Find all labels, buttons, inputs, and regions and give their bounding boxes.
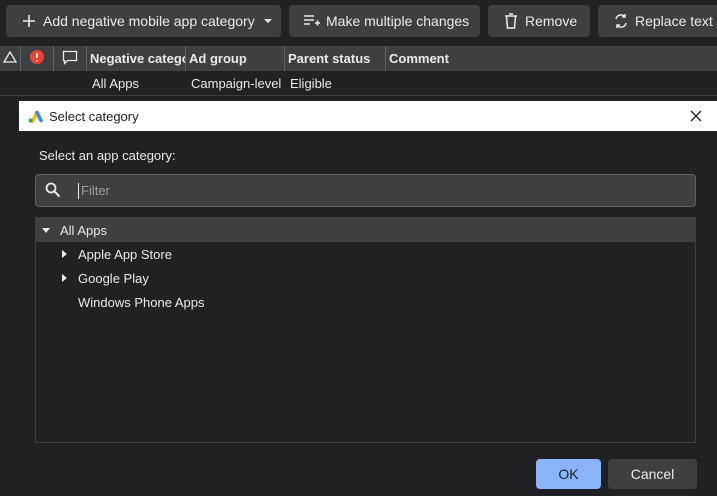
- tree-item-apple-app-store[interactable]: Apple App Store: [57, 242, 172, 266]
- replace-text-button[interactable]: Replace text: [598, 5, 717, 37]
- tree-item-google-play[interactable]: Google Play: [57, 266, 149, 290]
- ok-button[interactable]: OK: [536, 459, 601, 489]
- row-category: All Apps: [92, 75, 139, 91]
- make-multiple-changes-label: Make multiple changes: [326, 13, 470, 29]
- comment-column-header[interactable]: [54, 46, 87, 71]
- category-tree: All Apps Apple App Store Google Play Win…: [35, 217, 696, 443]
- trash-icon: [502, 12, 520, 30]
- cancel-button[interactable]: Cancel: [608, 459, 697, 489]
- column-comment[interactable]: Comment: [386, 46, 717, 71]
- comment-icon: [62, 50, 78, 68]
- row-parent-status: Eligible: [290, 75, 332, 91]
- tree-item-label: All Apps: [60, 222, 107, 238]
- dialog-title: Select category: [49, 108, 139, 124]
- search-icon: [44, 181, 64, 201]
- select-category-dialog: Select category Select an app category: …: [19, 101, 717, 496]
- caret-down-icon[interactable]: [39, 223, 53, 237]
- tree-item-label: Google Play: [78, 270, 149, 286]
- toolbar: Add negative mobile app category Make mu…: [0, 0, 717, 44]
- dialog-prompt: Select an app category:: [39, 148, 176, 163]
- filter-box: [35, 174, 696, 207]
- google-ads-logo-icon: [27, 109, 43, 123]
- column-parent-status[interactable]: Parent status: [285, 46, 386, 71]
- tree-item-windows-phone-apps[interactable]: Windows Phone Apps: [78, 290, 204, 314]
- text-cursor: [78, 182, 79, 199]
- replace-text-label: Replace text: [635, 13, 713, 29]
- tree-item-label: Apple App Store: [78, 246, 172, 262]
- row-ad-group: Campaign-level: [191, 75, 282, 91]
- add-negative-category-button[interactable]: Add negative mobile app category: [6, 5, 281, 37]
- plus-icon: [20, 12, 38, 30]
- dialog-title-bar: Select category: [19, 101, 717, 131]
- edit-list-icon: [303, 12, 321, 30]
- column-negative-category[interactable]: Negative catego...: [87, 46, 186, 71]
- tree-item-label: Windows Phone Apps: [78, 294, 205, 310]
- add-negative-category-label: Add negative mobile app category: [43, 13, 255, 29]
- remove-label: Remove: [525, 13, 578, 29]
- warning-column-header[interactable]: [0, 46, 21, 71]
- make-multiple-changes-button[interactable]: Make multiple changes: [289, 5, 480, 37]
- column-ad-group[interactable]: Ad group: [186, 46, 285, 71]
- error-column-header[interactable]: [21, 46, 54, 71]
- error-icon: [29, 49, 45, 68]
- filter-input[interactable]: [81, 183, 681, 198]
- warning-triangle-icon: [2, 50, 18, 66]
- close-icon[interactable]: [687, 107, 705, 125]
- tree-item-all-apps[interactable]: All Apps: [36, 218, 695, 242]
- find-replace-icon: [612, 12, 630, 30]
- grid-header: Negative catego... Ad group Parent statu…: [0, 46, 717, 71]
- chevron-down-icon[interactable]: [255, 5, 281, 37]
- caret-right-icon[interactable]: [57, 271, 71, 285]
- caret-right-icon[interactable]: [57, 247, 71, 261]
- remove-button[interactable]: Remove: [488, 5, 590, 37]
- table-row[interactable]: All Apps Campaign-level Eligible: [0, 71, 717, 96]
